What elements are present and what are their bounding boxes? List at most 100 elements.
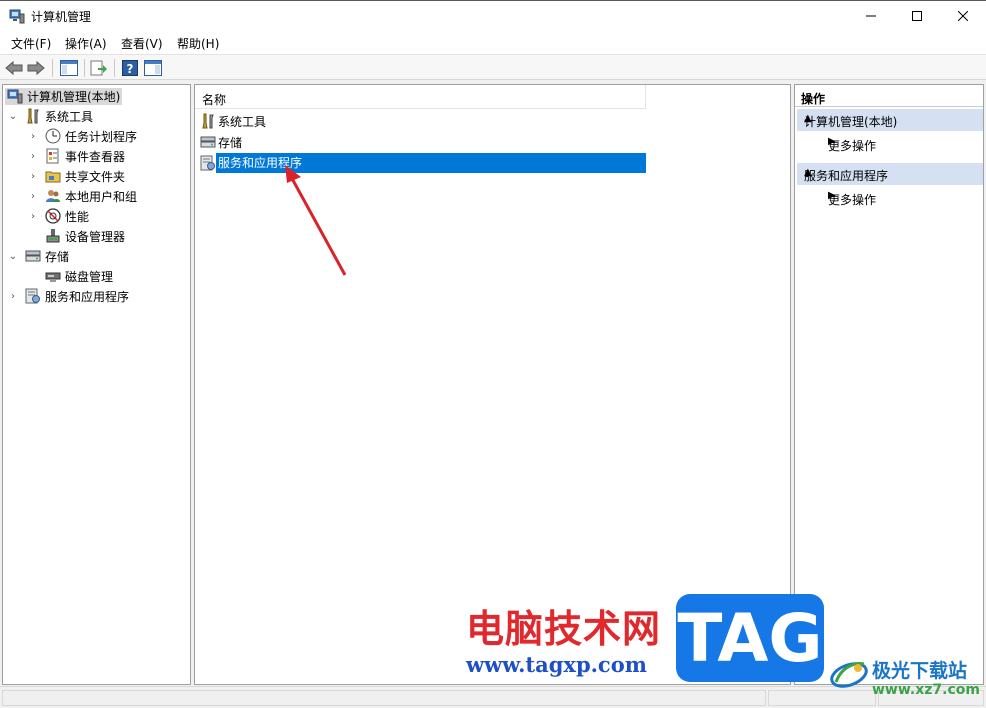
tree-item-task-scheduler[interactable]: › 任务计划程序 (27, 126, 137, 146)
tree-label: 设备管理器 (65, 229, 126, 244)
submenu-arrow-icon: ▶ (828, 136, 836, 147)
action-group-services-apps[interactable]: 服务和应用程序 ▲ (797, 163, 983, 185)
services-icon (200, 155, 215, 171)
tree-label: 性能 (65, 209, 90, 224)
export-list-button[interactable] (89, 58, 109, 78)
annotation-arrow-icon (285, 165, 347, 276)
menu-bar: 文件(F) 操作(A) 查看(V) 帮助(H) (0, 31, 986, 54)
help-icon: ? (122, 60, 138, 76)
forward-button[interactable] (26, 58, 46, 78)
action-more-actions[interactable]: 更多操作 ▶ (797, 133, 983, 155)
chevron-right-icon[interactable]: › (7, 291, 19, 302)
chevron-right-icon[interactable]: › (27, 211, 39, 222)
chevron-right-icon[interactable]: › (27, 131, 39, 142)
clock-icon (45, 128, 61, 144)
chevron-right-icon[interactable]: › (27, 191, 39, 202)
chevron-right-icon[interactable]: › (27, 171, 39, 182)
tree-label: 本地用户和组 (65, 189, 138, 204)
computer-management-icon (7, 89, 23, 104)
back-arrow-icon (5, 61, 23, 75)
forward-arrow-icon (27, 61, 45, 75)
chevron-right-icon[interactable]: › (27, 151, 39, 162)
collapse-icon[interactable]: ▲ (804, 167, 975, 178)
tree-item-system-tools[interactable]: ⌄ 系统工具 (7, 106, 93, 126)
event-viewer-icon (46, 148, 59, 164)
tree-label: 磁盘管理 (65, 269, 114, 284)
show-hide-action-pane-button[interactable] (143, 58, 163, 78)
title-bar: 计算机管理 (0, 0, 986, 31)
column-header-label: 名称 (202, 93, 227, 107)
storage-icon (25, 250, 41, 262)
close-button[interactable] (940, 1, 986, 31)
computer-management-icon (9, 9, 25, 24)
collapse-icon[interactable]: ▲ (804, 113, 975, 124)
toolbar: ? (0, 54, 986, 80)
chevron-down-icon[interactable]: ⌄ (7, 251, 19, 262)
tree-label: 事件查看器 (65, 149, 126, 164)
disk-management-icon (45, 272, 61, 282)
show-hide-tree-button[interactable] (59, 58, 79, 78)
tree-label: 共享文件夹 (65, 169, 126, 184)
menu-help[interactable]: 帮助(H) (177, 35, 219, 52)
console-tree-icon (60, 60, 78, 76)
minimize-icon (866, 15, 876, 17)
site-logo-icon (830, 662, 868, 688)
actions-header: 操作 (795, 85, 983, 107)
toolbar-separator (114, 59, 115, 77)
action-pane-icon (144, 60, 162, 76)
status-segment (2, 690, 766, 706)
menu-file[interactable]: 文件(F) (11, 35, 51, 52)
back-button[interactable] (4, 58, 24, 78)
watermark-tag-logo: TAG (676, 594, 824, 682)
maximize-icon (912, 11, 922, 21)
list-item-label: 存储 (218, 135, 243, 150)
users-icon (46, 190, 60, 202)
tree-item-root[interactable]: 计算机管理(本地) (5, 86, 123, 106)
tools-icon (202, 113, 214, 129)
tree-root-label: 计算机管理(本地) (27, 89, 121, 104)
device-manager-icon (46, 229, 60, 243)
list-item-system-tools[interactable]: 系统工具 (200, 111, 266, 131)
minimize-button[interactable] (848, 1, 894, 31)
actions-header-label: 操作 (801, 92, 826, 106)
watermark-site-url: www.xz7.com (872, 682, 980, 698)
list-item-label: 系统工具 (218, 114, 267, 129)
services-icon (25, 288, 40, 304)
actions-pane: 操作 计算机管理(本地) ▲ 更多操作 ▶ 服务和应用程序 ▲ 更多操作 ▶ (794, 84, 984, 685)
tree-item-local-users[interactable]: › 本地用户和组 (27, 186, 137, 206)
list-item-services-apps[interactable]: 服务和应用程序 (200, 153, 646, 173)
tree-item-shared-folders[interactable]: › 共享文件夹 (27, 166, 125, 186)
menu-view[interactable]: 查看(V) (121, 35, 163, 52)
watermark-cn-text: 电脑技术网 (466, 607, 662, 651)
storage-icon (200, 136, 216, 148)
watermark-tag-text: TAG (677, 600, 823, 677)
submenu-arrow-icon: ▶ (828, 190, 836, 201)
tree-label: 服务和应用程序 (45, 289, 130, 304)
tree-label: 系统工具 (45, 109, 94, 124)
tree-item-device-manager[interactable]: 设备管理器 (27, 226, 125, 246)
watermark-url: www.tagxp.com (466, 652, 647, 677)
column-header-name[interactable]: 名称 (195, 85, 646, 109)
list-item-storage[interactable]: 存储 (200, 132, 242, 152)
performance-icon (45, 208, 61, 224)
toolbar-separator (52, 59, 53, 77)
tree-label: 任务计划程序 (65, 129, 138, 144)
tree-item-disk-management[interactable]: 磁盘管理 (27, 266, 113, 286)
chevron-down-icon[interactable]: ⌄ (7, 111, 19, 122)
action-more-actions[interactable]: 更多操作 ▶ (797, 187, 983, 209)
close-icon (958, 11, 968, 21)
tree-label: 存储 (45, 249, 70, 264)
svg-text:?: ? (127, 62, 134, 76)
menu-action[interactable]: 操作(A) (65, 35, 107, 52)
tree-item-storage[interactable]: ⌄ 存储 (7, 246, 69, 266)
window-title: 计算机管理 (31, 10, 92, 24)
export-icon (90, 60, 107, 76)
maximize-button[interactable] (894, 1, 940, 31)
tools-icon (27, 108, 39, 124)
tree-item-event-viewer[interactable]: › 事件查看器 (27, 146, 125, 166)
action-group-computer-management[interactable]: 计算机管理(本地) ▲ (797, 109, 983, 131)
tree-item-performance[interactable]: › 性能 (27, 206, 89, 226)
shared-folder-icon (45, 171, 61, 183)
help-button[interactable]: ? (120, 58, 140, 78)
tree-item-services-apps[interactable]: › 服务和应用程序 (7, 286, 129, 306)
